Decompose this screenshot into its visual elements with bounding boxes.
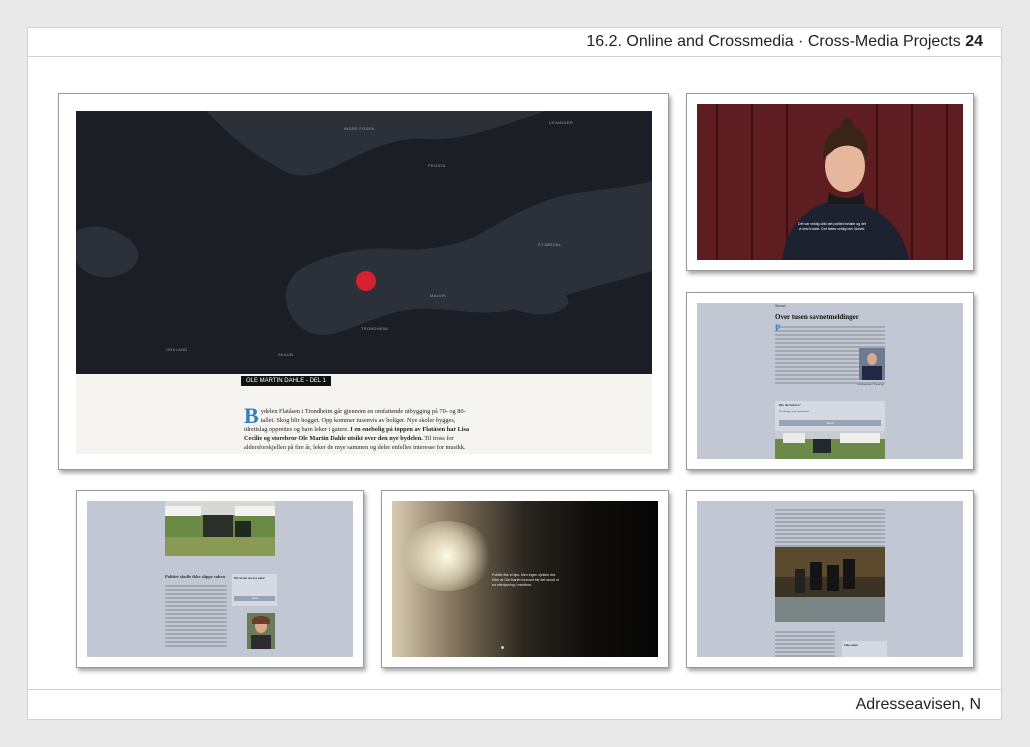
location-marker[interactable] bbox=[356, 271, 376, 291]
rescue-text-top bbox=[775, 507, 885, 549]
article-page-screenshot: Savnet Over tusen savnetmeldinger P Poli… bbox=[686, 292, 974, 470]
header-bar: 16.2. Online and Crossmedia · Cross-Medi… bbox=[27, 27, 1002, 57]
portrait-video-screenshot: Det var veldig ulikt det politiet fortal… bbox=[686, 93, 974, 271]
follow-box: Følg saken bbox=[842, 641, 887, 657]
map-land bbox=[76, 111, 652, 374]
search-photo bbox=[775, 431, 885, 459]
source-credit: Adresseavisen, N bbox=[855, 696, 981, 713]
article-text: Bydelen Flatåsen i Trondheim går gjennom… bbox=[244, 403, 479, 452]
video-subtitle: Det var veldig ulikt det politiet fortal… bbox=[798, 222, 866, 231]
search-text bbox=[165, 583, 227, 649]
article-body: OLE MARTIN DAHLE - DEL 1 Bydelen Flatåse… bbox=[76, 374, 652, 454]
tip-box-title: Ble du berørt? bbox=[779, 403, 801, 407]
rescue-article-screenshot: Følg saken bbox=[686, 490, 974, 668]
section-title: 16.2. Online and Crossmedia · Cross-Medi… bbox=[586, 33, 961, 50]
alert-box-title: Bli varslet om nye saker bbox=[234, 576, 265, 580]
water-video-screenshot: Politiet fikk et tips. Men ingen sjekket… bbox=[381, 490, 669, 668]
alert-box-button[interactable]: Send bbox=[234, 596, 275, 601]
place-label: STJØRDAL bbox=[538, 242, 562, 247]
woman-photo bbox=[247, 613, 275, 649]
photo-caption: Politiinspektør i Trøndelag bbox=[857, 383, 884, 386]
rescue-page: Følg saken bbox=[697, 501, 963, 657]
progress-dot[interactable] bbox=[501, 646, 504, 649]
place-label: MALVIK bbox=[430, 293, 447, 298]
tip-box-button[interactable]: Send bbox=[779, 420, 881, 426]
tip-box: Ble du berørt? Har du tips, send e-post … bbox=[775, 401, 885, 431]
article-kicker: Savnet bbox=[775, 303, 786, 308]
article-title: Over tusen savnetmeldinger bbox=[775, 313, 859, 321]
alert-box: Bli varslet om nye saker Send bbox=[232, 574, 277, 606]
dropcap: B bbox=[244, 403, 259, 428]
place-label: FROSTA bbox=[428, 163, 446, 168]
water-video-frame[interactable]: Politiet fikk et tips. Men ingen sjekket… bbox=[392, 501, 658, 657]
search-page: Politiet skulle ikke slippe saken Bli va… bbox=[87, 501, 353, 657]
search-party-photo bbox=[165, 501, 275, 556]
header-title: 16.2. Online and Crossmedia · Cross-Medi… bbox=[586, 33, 983, 51]
place-label: LEVANGER bbox=[549, 120, 573, 125]
rescue-text-bottom bbox=[775, 629, 835, 657]
place-label: ORKLAND bbox=[166, 347, 188, 352]
map-article-screenshot: INDRE FOSEN LEVANGER FROSTA STJØRDAL MAL… bbox=[58, 93, 669, 470]
video-frame[interactable]: Det var veldig ulikt det politiet fortal… bbox=[697, 104, 963, 260]
article-page: Savnet Over tusen savnetmeldinger P Poli… bbox=[697, 303, 963, 459]
page-number: 24 bbox=[965, 33, 983, 50]
officer-photo bbox=[859, 348, 885, 380]
divers-photo bbox=[775, 547, 885, 622]
woman-portrait bbox=[697, 104, 963, 260]
place-label: SKAUN bbox=[278, 352, 294, 357]
tip-box-text: Har du tips, send e-post til oss bbox=[779, 410, 810, 413]
page-frame: 16.2. Online and Crossmedia · Cross-Medi… bbox=[0, 0, 1030, 747]
map-view: INDRE FOSEN LEVANGER FROSTA STJØRDAL MAL… bbox=[76, 111, 652, 374]
chapter-tag: OLE MARTIN DAHLE - DEL 1 bbox=[241, 376, 332, 386]
sun-glare bbox=[402, 521, 492, 591]
footer-bar: Adresseavisen, N bbox=[27, 689, 1002, 720]
place-label: INDRE FOSEN bbox=[344, 126, 375, 131]
water-subtitle: Politiet fikk et tips. Men ingen sjekket… bbox=[492, 573, 559, 587]
search-article-screenshot: Politiet skulle ikke slippe saken Bli va… bbox=[76, 490, 364, 668]
place-label: TRONDHEIM bbox=[361, 326, 388, 331]
follow-box-title: Følg saken bbox=[844, 643, 858, 647]
